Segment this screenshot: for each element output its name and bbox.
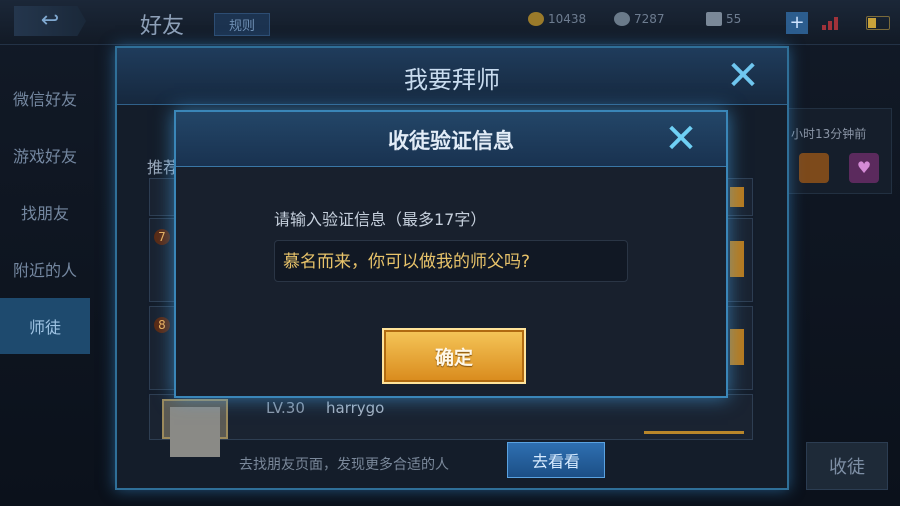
page-title: 好友	[140, 14, 185, 39]
sidebar: 微信好友 游戏好友 找朋友 附近的人 师徒	[0, 70, 90, 355]
go-look-button[interactable]: 去看看	[507, 442, 605, 478]
player-name: harrygo	[326, 399, 385, 417]
top-bar: ↩ 好友 规则 10438 7287 55 +	[0, 0, 900, 45]
verification-dialog-title: 收徒验证信息	[388, 129, 514, 153]
mentor-info-card: 小时13分钟前 ♥	[786, 108, 892, 194]
apply-button[interactable]	[730, 241, 744, 277]
sidebar-item-wechat-friends[interactable]: 微信好友	[0, 70, 90, 126]
apply-button[interactable]	[730, 187, 744, 207]
diamond-counter: 7287	[614, 12, 665, 26]
apply-button[interactable]	[730, 329, 744, 365]
diamond-icon	[614, 12, 630, 26]
take-apprentice-button[interactable]: 收徒	[806, 442, 888, 490]
avatar	[162, 399, 228, 457]
battery-icon	[866, 16, 890, 30]
gold-amount: 10438	[548, 12, 587, 26]
heart-icon[interactable]: ♥	[849, 153, 879, 183]
rank-badge: 7	[154, 229, 170, 245]
diamond-amount: 7287	[634, 12, 665, 26]
dialog-header: 我要拜师 ✕	[117, 48, 787, 105]
coupon-amount: 55	[726, 12, 742, 26]
close-icon[interactable]: ✕	[660, 118, 702, 160]
gold-coin-icon	[528, 12, 544, 26]
dialog-title: 我要拜师	[404, 66, 500, 94]
sidebar-item-find-friends[interactable]: 找朋友	[0, 184, 90, 240]
gift-icon[interactable]	[799, 153, 829, 183]
sidebar-item-nearby[interactable]: 附近的人	[0, 241, 90, 297]
time-ago-text: 小时13分钟前	[791, 127, 867, 141]
back-button[interactable]: ↩	[14, 6, 86, 36]
back-arrow-icon: ↩	[40, 8, 60, 33]
list-item[interactable]: LV.30 harrygo	[149, 394, 753, 457]
rules-button[interactable]: 规则	[214, 13, 271, 36]
confirm-button[interactable]: 确定	[382, 328, 526, 384]
player-level: LV.30	[266, 399, 305, 417]
signal-icon	[822, 14, 842, 30]
verification-dialog: 收徒验证信息 ✕ 请输入验证信息（最多17字） 慕名而来，你可以做我的师父吗? …	[174, 110, 728, 398]
recharge-plus-button[interactable]: +	[786, 12, 808, 34]
bottom-hint: 去找朋友页面，发现更多合适的人	[239, 457, 449, 473]
coupon-icon	[706, 12, 722, 26]
apply-button[interactable]	[644, 431, 744, 434]
verification-prompt: 请输入验证信息（最多17字）	[274, 210, 487, 229]
sidebar-item-mentorship[interactable]: 师徒	[0, 298, 90, 354]
coupon-counter: 55	[706, 12, 741, 26]
gold-counter: 10438	[528, 12, 586, 26]
sidebar-item-game-friends[interactable]: 游戏好友	[0, 127, 90, 183]
verification-dialog-header: 收徒验证信息 ✕	[176, 112, 726, 167]
verification-message-input[interactable]: 慕名而来，你可以做我的师父吗?	[274, 240, 628, 282]
close-icon[interactable]: ✕	[723, 56, 763, 96]
rank-badge: 8	[154, 317, 170, 333]
